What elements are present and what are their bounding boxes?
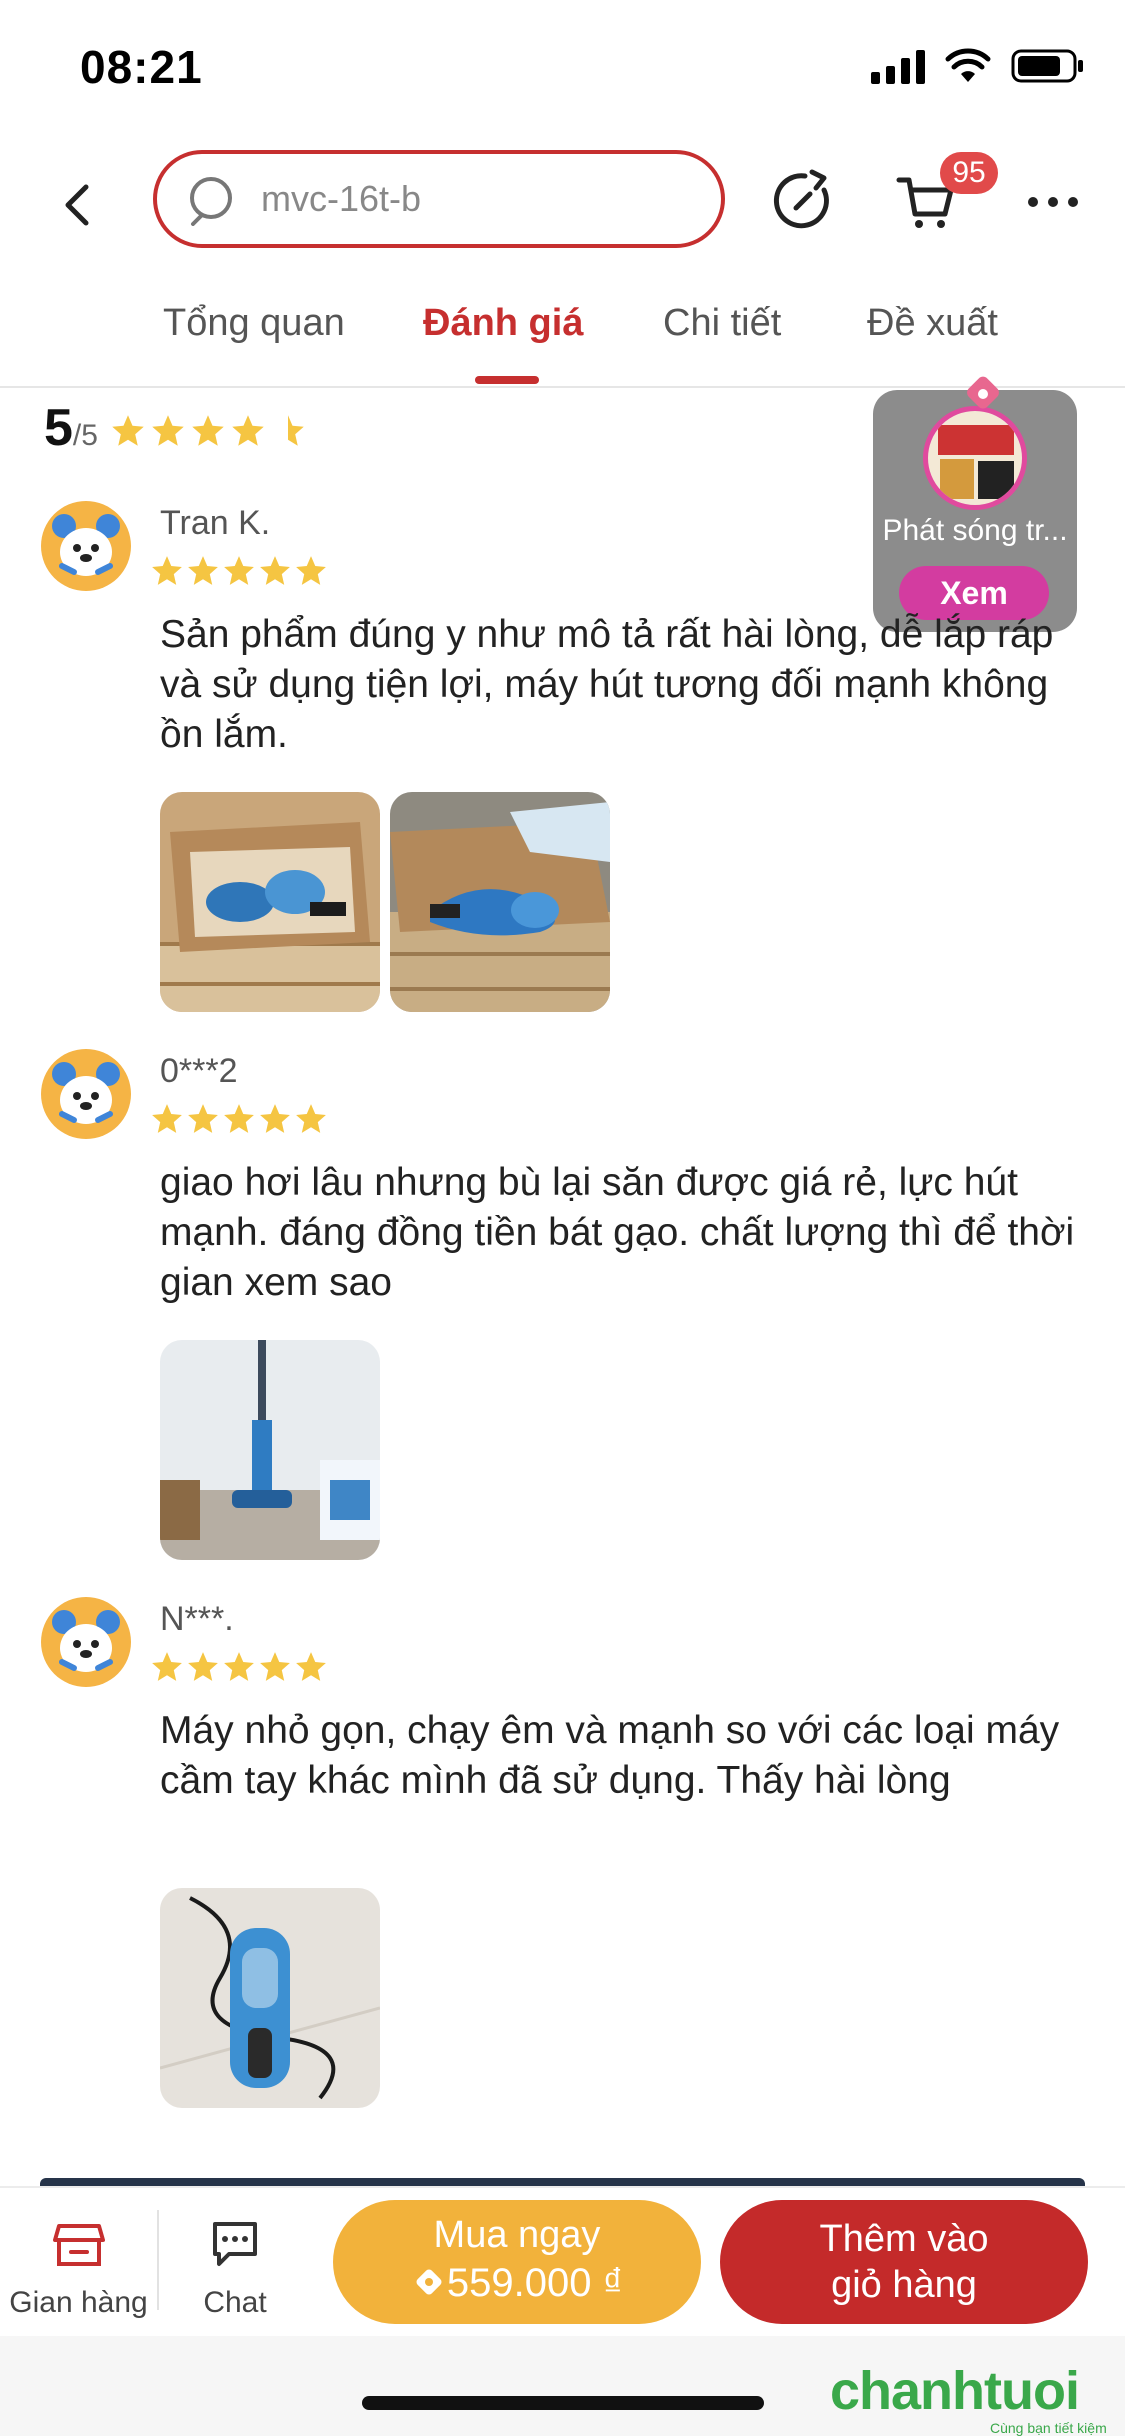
star-icon xyxy=(188,556,218,585)
star-icon xyxy=(152,1652,182,1681)
review-text: Máy nhỏ gọn, chạy êm và mạnh so với các … xyxy=(160,1709,1060,1802)
more-options-icon[interactable] xyxy=(1025,182,1081,222)
star-icon xyxy=(296,1104,326,1133)
star-icon xyxy=(260,556,290,585)
star-icon xyxy=(188,1652,218,1681)
star-icon xyxy=(224,1104,254,1133)
star-icon xyxy=(112,415,144,446)
livestream-card[interactable]: Phát sóng tr... Xem xyxy=(873,376,1077,632)
search-query-text: mvc-16t-b xyxy=(261,178,422,219)
reviewer-avatar xyxy=(41,1049,131,1139)
star-icon xyxy=(152,1104,182,1133)
active-tab-indicator xyxy=(475,376,539,384)
rating-stars xyxy=(110,413,306,449)
watermark-tagline: Cùng bạn tiết kiệm xyxy=(990,2420,1107,2436)
search-icon xyxy=(190,177,232,226)
search-input[interactable]: mvc-16t-b xyxy=(153,150,725,248)
live-tag-icon xyxy=(967,376,999,409)
review-photo[interactable] xyxy=(160,1340,380,1560)
reviewer-avatar xyxy=(41,1597,131,1687)
cellular-signal-icon xyxy=(871,48,925,84)
chat-label: Chat xyxy=(203,2286,267,2319)
reviewer-name: N***. xyxy=(160,1600,234,1638)
livestream-title: Phát sóng tr... xyxy=(882,514,1068,547)
watermark-logo: chanhtuoi xyxy=(830,2361,1080,2421)
buy-now-button[interactable]: Mua ngay 559.000 ₫ xyxy=(333,2200,701,2324)
review-photos xyxy=(160,1340,380,1560)
share-icon[interactable] xyxy=(772,168,838,234)
buy-now-price: 559.000 ₫ xyxy=(333,2261,701,2306)
section-tabs: Tổng quan Đánh giá Chi tiết Đề xuất xyxy=(0,280,1125,388)
star-icon xyxy=(224,1652,254,1681)
half-star-icon xyxy=(287,415,304,446)
battery-icon xyxy=(1011,49,1083,83)
status-icons xyxy=(871,48,1085,84)
review-photo[interactable] xyxy=(160,1888,380,2108)
star-icon xyxy=(192,415,224,446)
star-icon xyxy=(152,556,182,585)
tab-overview[interactable]: Tổng quan xyxy=(163,302,345,345)
chat-button[interactable]: Chat xyxy=(159,2216,311,2320)
star-icon xyxy=(224,556,254,585)
tab-reviews[interactable]: Đánh giá xyxy=(423,302,583,345)
review-stars xyxy=(150,554,328,588)
add-to-cart-button[interactable]: Thêm vào giỏ hàng xyxy=(720,2200,1088,2324)
star-icon xyxy=(296,556,326,585)
tab-recommended[interactable]: Đề xuất xyxy=(867,302,998,345)
shop-label: Gian hàng xyxy=(9,2286,148,2319)
status-time: 08:21 xyxy=(80,41,203,93)
reviewer-name: 0***2 xyxy=(160,1052,238,1090)
star-icon xyxy=(232,415,264,446)
tab-details[interactable]: Chi tiết xyxy=(663,302,781,345)
star-icon xyxy=(188,1104,218,1133)
review-photos xyxy=(160,1888,380,2108)
star-icon xyxy=(152,415,184,446)
reviewer-avatar xyxy=(41,501,131,591)
wifi-icon xyxy=(945,48,991,82)
review-photos xyxy=(160,792,610,1012)
review-photo[interactable] xyxy=(390,792,610,1012)
price-text: 559.000 ₫ xyxy=(446,2261,624,2305)
rating-score: 5 xyxy=(44,399,73,457)
reviewer-name: Tran K. xyxy=(160,504,271,542)
shop-button[interactable]: Gian hàng xyxy=(0,2216,157,2320)
home-indicator[interactable] xyxy=(362,2396,764,2410)
review-text: Sản phẩm đúng y như mô tả rất hài lòng, … xyxy=(160,613,1054,756)
star-icon xyxy=(296,1652,326,1681)
review-photo[interactable] xyxy=(160,792,380,1012)
status-bar: 08:21 xyxy=(0,0,1125,140)
review-stars xyxy=(150,1102,328,1136)
star-icon xyxy=(260,1652,290,1681)
rating-summary: 5 /5 xyxy=(44,398,306,458)
cart-count-badge: 95 xyxy=(940,152,998,194)
back-icon[interactable] xyxy=(48,175,108,235)
voucher-icon xyxy=(416,2269,442,2295)
rating-max: /5 xyxy=(72,419,98,452)
livestream-thumbnail xyxy=(923,406,1027,510)
buy-now-label: Mua ngay xyxy=(433,2214,601,2256)
home-indicator-area: chanhtuoi Cùng bạn tiết kiệm xyxy=(0,2336,1125,2436)
star-icon xyxy=(260,1104,290,1133)
search-header: mvc-16t-b 95 xyxy=(0,140,1125,270)
review-stars xyxy=(150,1650,328,1684)
review-text: giao hơi lâu nhưng bù lại săn được giá r… xyxy=(160,1161,1075,1304)
bottom-action-bar: Gian hàng Chat Mua ngay 559.000 ₫ Thêm v… xyxy=(0,2186,1125,2336)
chat-icon xyxy=(213,2222,257,2266)
add-to-cart-line1: Thêm vào xyxy=(819,2218,989,2260)
shop-icon xyxy=(52,2224,105,2266)
add-to-cart-line2: giỏ hàng xyxy=(831,2264,977,2306)
